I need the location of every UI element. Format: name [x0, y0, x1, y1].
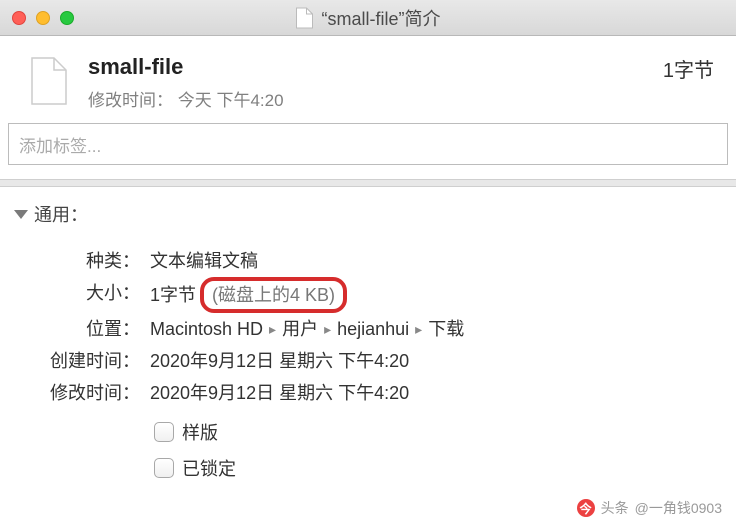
- section-divider: [0, 179, 736, 187]
- size-on-disk: (磁盘上的4 KB): [200, 277, 347, 313]
- row-created: 创建时间： 2020年9月12日 星期六 下午4:20: [36, 345, 722, 377]
- row-size: 大小： 1字节 (磁盘上的4 KB): [36, 277, 722, 313]
- zoom-icon[interactable]: [60, 11, 74, 25]
- row-modified: 修改时间： 2020年9月12日 星期六 下午4:20: [36, 377, 722, 409]
- stationery-row: 样版: [154, 419, 722, 445]
- where-label: 位置：: [36, 313, 150, 345]
- size-label: 大小：: [36, 277, 150, 313]
- watermark-prefix: 头条: [601, 498, 629, 518]
- path-separator-icon: ▸: [324, 313, 331, 345]
- tags-section: 添加标签...: [0, 123, 736, 179]
- kind-value: 文本编辑文稿: [150, 245, 258, 277]
- tags-input[interactable]: 添加标签...: [8, 123, 728, 165]
- created-value: 2020年9月12日 星期六 下午4:20: [150, 345, 409, 377]
- watermark-author: @一角钱0903: [635, 498, 722, 518]
- size-value: 1字节: [150, 279, 196, 311]
- disclosure-triangle-icon[interactable]: [14, 210, 28, 219]
- locked-checkbox[interactable]: [154, 458, 174, 478]
- minimize-icon[interactable]: [36, 11, 50, 25]
- kind-label: 种类：: [36, 245, 150, 277]
- file-name: small-file: [88, 54, 663, 80]
- file-icon: [22, 54, 76, 108]
- watermark: 今 头条 @一角钱0903: [577, 498, 722, 518]
- created-label: 创建时间：: [36, 345, 150, 377]
- document-icon: [296, 7, 314, 29]
- window-controls: [12, 11, 74, 25]
- modified-label: 修改时间：: [36, 377, 150, 409]
- row-kind: 种类： 文本编辑文稿: [36, 245, 722, 277]
- path-separator-icon: ▸: [269, 313, 276, 345]
- stationery-checkbox[interactable]: [154, 422, 174, 442]
- path-separator-icon: ▸: [415, 313, 422, 345]
- file-size-summary: 1字节: [663, 54, 714, 83]
- general-section: 通用： 种类： 文本编辑文稿 大小： 1字节 (磁盘上的4 KB) 位置： Ma…: [0, 187, 736, 481]
- file-modified-summary: 修改时间： 今天 下午4:20: [88, 86, 663, 111]
- close-icon[interactable]: [12, 11, 26, 25]
- stationery-label: 样版: [182, 419, 218, 445]
- modified-value: 2020年9月12日 星期六 下午4:20: [150, 377, 409, 409]
- general-header[interactable]: 通用：: [14, 201, 722, 227]
- general-title: 通用：: [34, 201, 88, 227]
- window-title: “small-file”简介: [296, 5, 441, 31]
- locked-row: 已锁定: [154, 455, 722, 481]
- locked-label: 已锁定: [182, 455, 236, 481]
- where-value: Macintosh HD ▸ 用户 ▸ hejianhui ▸ 下载: [150, 313, 464, 345]
- window-title-text: “small-file”简介: [322, 5, 441, 31]
- titlebar: “small-file”简介: [0, 0, 736, 36]
- watermark-logo-icon: 今: [577, 499, 595, 517]
- row-where: 位置： Macintosh HD ▸ 用户 ▸ hejianhui ▸ 下载: [36, 313, 722, 345]
- general-info: 种类： 文本编辑文稿 大小： 1字节 (磁盘上的4 KB) 位置： Macint…: [14, 227, 722, 481]
- file-header: small-file 修改时间： 今天 下午4:20 1字节: [0, 36, 736, 123]
